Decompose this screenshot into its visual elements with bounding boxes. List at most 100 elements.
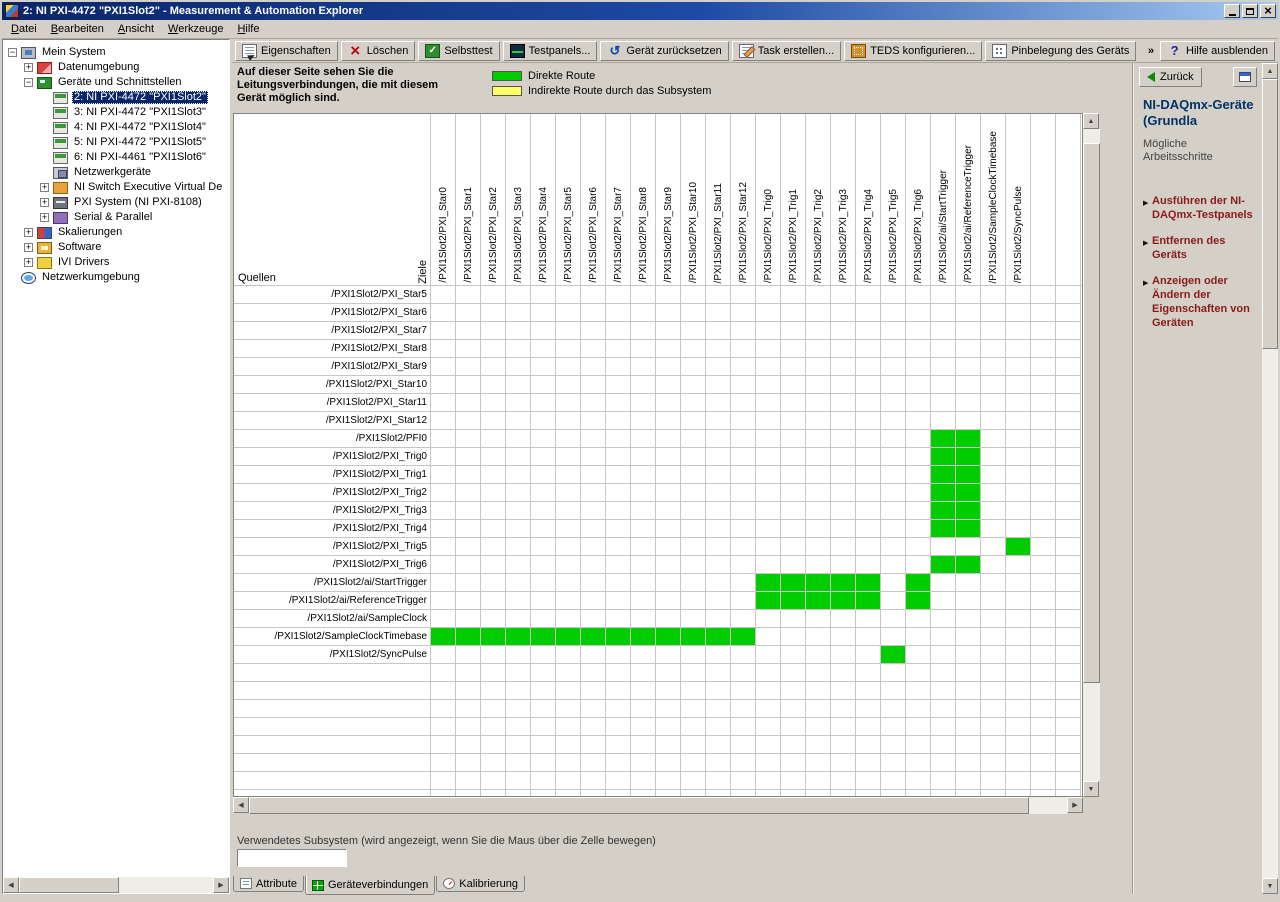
matrix-cell[interactable] bbox=[856, 700, 881, 718]
matrix-cell[interactable] bbox=[681, 556, 706, 574]
matrix-cell[interactable] bbox=[656, 340, 681, 358]
matrix-cell[interactable] bbox=[956, 592, 981, 610]
matrix-cell[interactable] bbox=[431, 736, 456, 754]
expander-plus-icon[interactable]: + bbox=[40, 213, 49, 222]
matrix-cell[interactable] bbox=[531, 376, 556, 394]
matrix-cell[interactable] bbox=[481, 772, 506, 790]
matrix-cell[interactable] bbox=[981, 790, 1006, 796]
matrix-cell[interactable] bbox=[681, 394, 706, 412]
matrix-cell[interactable] bbox=[706, 448, 731, 466]
matrix-cell[interactable] bbox=[606, 682, 631, 700]
matrix-cell[interactable] bbox=[631, 484, 656, 502]
matrix-cell[interactable] bbox=[431, 628, 456, 646]
matrix-cell[interactable] bbox=[906, 736, 931, 754]
matrix-cell[interactable] bbox=[1006, 664, 1031, 682]
matrix-cell[interactable] bbox=[456, 520, 481, 538]
matrix-cell[interactable] bbox=[631, 646, 656, 664]
matrix-cell[interactable] bbox=[906, 340, 931, 358]
matrix-cell[interactable] bbox=[681, 574, 706, 592]
matrix-cell[interactable] bbox=[531, 628, 556, 646]
matrix-cell[interactable] bbox=[656, 574, 681, 592]
toolbar-button-testpanels[interactable]: Testpanels... bbox=[502, 40, 598, 61]
matrix-cell[interactable] bbox=[906, 430, 931, 448]
matrix-cell[interactable] bbox=[931, 610, 956, 628]
matrix-cell[interactable] bbox=[431, 700, 456, 718]
matrix-cell[interactable] bbox=[631, 574, 656, 592]
matrix-cell[interactable] bbox=[756, 520, 781, 538]
matrix-cell[interactable] bbox=[806, 412, 831, 430]
matrix-cell[interactable] bbox=[981, 412, 1006, 430]
matrix-cell[interactable] bbox=[456, 754, 481, 772]
matrix-cell[interactable] bbox=[456, 322, 481, 340]
matrix-cell[interactable] bbox=[881, 304, 906, 322]
scroll-thumb[interactable] bbox=[19, 877, 119, 893]
matrix-cell[interactable] bbox=[531, 286, 556, 304]
matrix-cell[interactable] bbox=[531, 448, 556, 466]
matrix-cell[interactable] bbox=[481, 502, 506, 520]
matrix-cell[interactable] bbox=[956, 304, 981, 322]
matrix-cell[interactable] bbox=[456, 700, 481, 718]
matrix-cell[interactable] bbox=[781, 646, 806, 664]
matrix-cell[interactable] bbox=[606, 718, 631, 736]
matrix-cell[interactable] bbox=[856, 610, 881, 628]
matrix-cell[interactable] bbox=[931, 322, 956, 340]
matrix-cell[interactable] bbox=[806, 502, 831, 520]
expander-plus-icon[interactable]: + bbox=[24, 63, 33, 72]
matrix-cell[interactable] bbox=[631, 394, 656, 412]
matrix-cell[interactable] bbox=[506, 502, 531, 520]
matrix-cell[interactable] bbox=[606, 574, 631, 592]
matrix-cell[interactable] bbox=[856, 628, 881, 646]
matrix-cell[interactable] bbox=[606, 466, 631, 484]
matrix-cell[interactable] bbox=[956, 556, 981, 574]
expander-plus-icon[interactable]: + bbox=[24, 243, 33, 252]
matrix-cell[interactable] bbox=[606, 376, 631, 394]
matrix-cell[interactable] bbox=[706, 772, 731, 790]
matrix-cell[interactable] bbox=[606, 610, 631, 628]
scroll-up-button[interactable]: ▲ bbox=[1083, 113, 1099, 129]
expander-minus-icon[interactable]: − bbox=[24, 78, 33, 87]
matrix-cell[interactable] bbox=[756, 502, 781, 520]
matrix-cell[interactable] bbox=[881, 430, 906, 448]
matrix-cell[interactable] bbox=[706, 790, 731, 796]
matrix-cell[interactable] bbox=[981, 322, 1006, 340]
matrix-cell[interactable] bbox=[781, 520, 806, 538]
matrix-cell[interactable] bbox=[856, 718, 881, 736]
matrix-cell[interactable] bbox=[656, 718, 681, 736]
matrix-cell[interactable] bbox=[681, 592, 706, 610]
matrix-cell[interactable] bbox=[656, 700, 681, 718]
matrix-cell[interactable] bbox=[956, 790, 981, 796]
matrix-cell[interactable] bbox=[831, 286, 856, 304]
matrix-cell[interactable] bbox=[731, 592, 756, 610]
matrix-cell[interactable] bbox=[506, 682, 531, 700]
matrix-cell[interactable] bbox=[956, 700, 981, 718]
matrix-cell[interactable] bbox=[1056, 412, 1081, 430]
matrix-cell[interactable] bbox=[531, 700, 556, 718]
matrix-cell[interactable] bbox=[656, 502, 681, 520]
matrix-cell[interactable] bbox=[981, 664, 1006, 682]
matrix-cell[interactable] bbox=[831, 610, 856, 628]
matrix-cell[interactable] bbox=[606, 520, 631, 538]
matrix-cell[interactable] bbox=[1031, 556, 1056, 574]
matrix-cell[interactable] bbox=[931, 556, 956, 574]
matrix-cell[interactable] bbox=[781, 592, 806, 610]
matrix-cell[interactable] bbox=[1006, 358, 1031, 376]
matrix-horizontal-scrollbar[interactable]: ◀ ▶ bbox=[233, 797, 1083, 814]
matrix-cell[interactable] bbox=[831, 556, 856, 574]
matrix-cell[interactable] bbox=[481, 376, 506, 394]
matrix-cell[interactable] bbox=[806, 286, 831, 304]
matrix-cell[interactable] bbox=[581, 592, 606, 610]
matrix-cell[interactable] bbox=[581, 700, 606, 718]
matrix-cell[interactable] bbox=[1006, 754, 1031, 772]
matrix-cell[interactable] bbox=[706, 430, 731, 448]
matrix-cell[interactable] bbox=[1056, 628, 1081, 646]
matrix-cell[interactable] bbox=[681, 322, 706, 340]
matrix-cell[interactable] bbox=[1006, 412, 1031, 430]
matrix-cell[interactable] bbox=[856, 556, 881, 574]
matrix-cell[interactable] bbox=[531, 790, 556, 796]
matrix-cell[interactable] bbox=[631, 736, 656, 754]
matrix-cell[interactable] bbox=[581, 718, 606, 736]
expander-plus-icon[interactable]: + bbox=[24, 228, 33, 237]
matrix-cell[interactable] bbox=[1056, 574, 1081, 592]
matrix-cell[interactable] bbox=[1056, 520, 1081, 538]
matrix-cell[interactable] bbox=[1006, 628, 1031, 646]
